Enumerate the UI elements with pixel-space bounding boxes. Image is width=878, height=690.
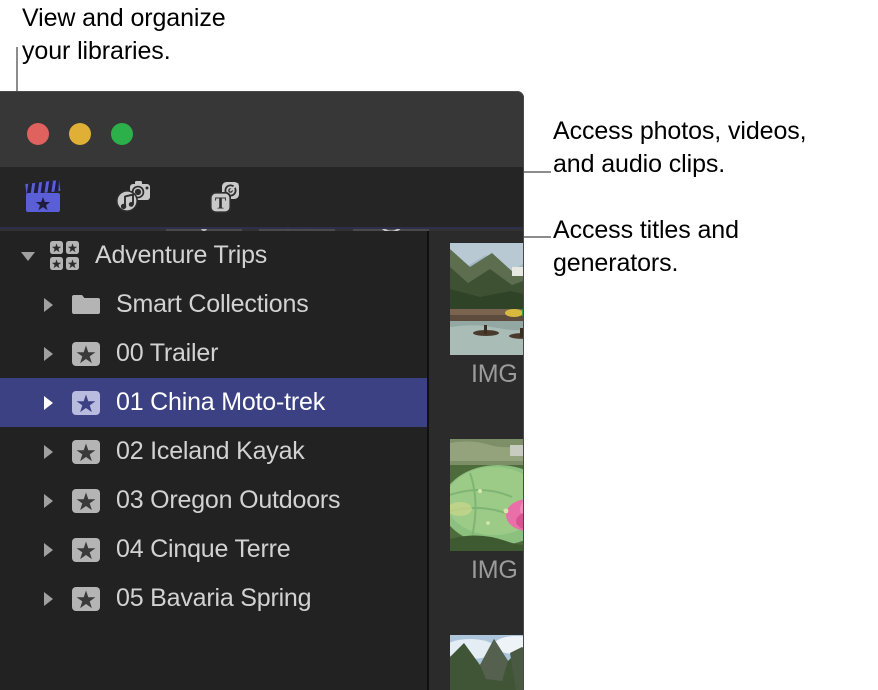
photos-audio-icon: [112, 178, 154, 221]
disclosure-triangle-closed-icon[interactable]: [39, 296, 57, 314]
library-grid-icon: [49, 240, 81, 272]
disclosure-triangle-closed-icon[interactable]: [39, 590, 57, 608]
close-window-button[interactable]: [27, 123, 49, 145]
disclosure-triangle-closed-icon[interactable]: [39, 443, 57, 461]
clip-thumbnail[interactable]: [450, 635, 524, 690]
sidebar-item-adventure-trips[interactable]: Adventure Trips: [0, 231, 427, 280]
star-event-icon: [71, 584, 101, 614]
tab-photos-audio[interactable]: [110, 179, 156, 219]
clip-filename: IMG: [471, 556, 518, 584]
browser-tab-strip: T: [0, 167, 524, 229]
star-event-icon: [71, 388, 101, 418]
sidebar-item-05-bavaria-spring[interactable]: 05 Bavaria Spring: [0, 574, 427, 623]
sidebar-item-00-trailer[interactable]: 00 Trailer: [0, 329, 427, 378]
libraries-sidebar[interactable]: Adventure Trips Smart Collections 00 Tra…: [0, 231, 427, 690]
sidebar-item-label: Adventure Trips: [95, 241, 268, 269]
svg-text:T: T: [215, 193, 227, 212]
sidebar-item-label: 04 Cinque Terre: [116, 535, 291, 563]
star-event-icon: [71, 437, 101, 467]
titles-generators-icon: T: [202, 178, 244, 221]
traffic-light-controls: [27, 123, 133, 145]
sidebar-item-01-china-moto-trek[interactable]: 01 China Moto-trek: [0, 378, 427, 427]
zoom-window-button[interactable]: [111, 123, 133, 145]
sidebar-item-label: 00 Trailer: [116, 339, 219, 367]
screenshot-root: View and organize your libraries. Access…: [0, 0, 878, 690]
clip-browser-pane[interactable]: IMG IMG: [429, 231, 524, 690]
sidebar-item-03-oregon-outdoors[interactable]: 03 Oregon Outdoors: [0, 476, 427, 525]
sidebar-item-label: 03 Oregon Outdoors: [116, 486, 341, 514]
callout-access-photos-videos-audio: Access photos, videos, and audio clips.: [553, 117, 807, 178]
callout-view-organize-libraries: View and organize your libraries.: [22, 4, 226, 65]
disclosure-triangle-closed-icon[interactable]: [39, 394, 57, 412]
clip-filename: IMG: [471, 360, 518, 388]
sidebar-item-smart-collections[interactable]: Smart Collections: [0, 280, 427, 329]
sidebar-item-label: 02 Iceland Kayak: [116, 437, 305, 465]
tab-libraries[interactable]: [20, 179, 66, 219]
disclosure-triangle-closed-icon[interactable]: [39, 345, 57, 363]
sidebar-item-04-cinque-terre[interactable]: 04 Cinque Terre: [0, 525, 427, 574]
clip-thumbnail[interactable]: [450, 243, 524, 355]
clapperboard-star-icon: [23, 179, 63, 220]
minimize-window-button[interactable]: [69, 123, 91, 145]
clip-thumbnail[interactable]: [450, 439, 524, 551]
final-cut-pro-window: T Adventure Trips Smart Collections 00 T…: [0, 91, 524, 690]
window-titlebar: [0, 91, 524, 244]
disclosure-triangle-open-icon[interactable]: [19, 247, 37, 265]
star-event-icon: [71, 486, 101, 516]
disclosure-triangle-closed-icon[interactable]: [39, 541, 57, 559]
callout-access-titles-generators: Access titles and generators.: [553, 216, 739, 277]
disclosure-triangle-closed-icon[interactable]: [39, 492, 57, 510]
sidebar-item-02-iceland-kayak[interactable]: 02 Iceland Kayak: [0, 427, 427, 476]
sidebar-item-label: Smart Collections: [116, 290, 309, 318]
sidebar-item-label: 01 China Moto-trek: [116, 388, 325, 416]
folder-icon: [71, 290, 101, 320]
star-event-icon: [71, 535, 101, 565]
star-event-icon: [71, 339, 101, 369]
tab-titles-generators[interactable]: T: [200, 179, 246, 219]
sidebar-item-label: 05 Bavaria Spring: [116, 584, 312, 612]
